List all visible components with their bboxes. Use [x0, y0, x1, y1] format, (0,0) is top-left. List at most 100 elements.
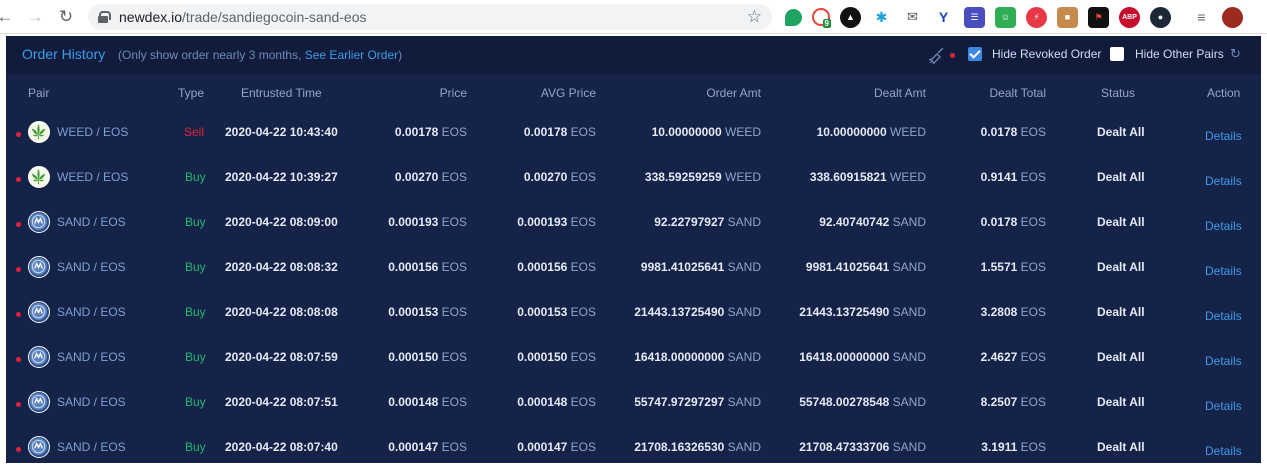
- yoroi-extension-icon[interactable]: Y: [933, 6, 954, 28]
- order-type: Buy: [185, 395, 206, 409]
- camera-extension-icon[interactable]: 9: [812, 8, 831, 28]
- dealt-amt-value: 21708.47333706 SAND: [799, 440, 926, 454]
- dealt-amt-value: 9981.41025641 SAND: [805, 260, 926, 274]
- broom-alert-dot: [950, 53, 955, 58]
- order-status: Dealt All: [1097, 395, 1145, 409]
- dealt-amt-value: 338.60915821 WEED: [809, 170, 926, 184]
- avg-price-value: 0.00270 EOS: [523, 170, 596, 184]
- sand-coin-icon: [28, 256, 50, 278]
- pair-name[interactable]: WEED / EOS: [57, 125, 128, 139]
- broom-icon[interactable]: [928, 46, 946, 64]
- order-type: Buy: [185, 440, 206, 454]
- pair-name[interactable]: SAND / EOS: [57, 440, 126, 454]
- back-arrow-icon[interactable]: ←: [0, 4, 18, 30]
- pair-name[interactable]: SAND / EOS: [57, 395, 126, 409]
- weed-coin-icon: [28, 166, 50, 188]
- pair-name[interactable]: SAND / EOS: [57, 350, 126, 364]
- price-value: 0.00270 EOS: [394, 170, 467, 184]
- pair-name[interactable]: WEED / EOS: [57, 170, 128, 184]
- forward-arrow-icon[interactable]: →: [22, 4, 48, 30]
- col-dealt-total: Dealt Total: [989, 86, 1046, 100]
- bookmark-star-icon[interactable]: ☆: [747, 7, 762, 27]
- entrusted-time: 2020-04-22 08:07:59: [225, 350, 338, 364]
- avg-price-value: 0.000147 EOS: [517, 440, 596, 454]
- hide-other-pairs-checkbox[interactable]: [1110, 47, 1124, 61]
- entrusted-time: 2020-04-22 08:09:00: [225, 215, 338, 229]
- pair-name[interactable]: SAND / EOS: [57, 260, 126, 274]
- col-dealt-amt: Dealt Amt: [873, 86, 926, 100]
- order-status: Dealt All: [1097, 215, 1145, 229]
- extensions-bar: 9 ▲ ✱ ✉ Y ☰ ☺ ⚡ ■ ⚑ ABP ● ≡: [785, 6, 1253, 28]
- adblock-plus-icon[interactable]: ABP: [1119, 6, 1140, 28]
- details-link[interactable]: Details: [1205, 219, 1242, 233]
- hide-other-pairs-label: Hide Other Pairs: [1135, 47, 1224, 61]
- reading-list-icon[interactable]: ≡: [1191, 6, 1212, 28]
- dealt-total-value: 3.1911 EOS: [981, 440, 1046, 454]
- order-type: Buy: [185, 350, 206, 364]
- details-link[interactable]: Details: [1205, 399, 1242, 413]
- unread-dot: [16, 267, 21, 272]
- dealt-total-value: 1.5571 EOS: [980, 260, 1046, 274]
- details-link[interactable]: Details: [1205, 354, 1242, 368]
- pair-name[interactable]: SAND / EOS: [57, 215, 126, 229]
- dealt-amt-value: 21443.13725490 SAND: [799, 305, 926, 319]
- details-link[interactable]: Details: [1205, 309, 1242, 323]
- unread-dot: [16, 402, 21, 407]
- entrusted-time: 2020-04-22 08:08:32: [225, 260, 338, 274]
- price-value: 0.000153 EOS: [388, 305, 467, 319]
- col-status: Status: [1101, 86, 1136, 100]
- order-amt-value: 55747.97297297 SAND: [634, 395, 761, 409]
- price-value: 0.000193 EOS: [388, 215, 467, 229]
- feed-extension-icon[interactable]: ☰: [964, 6, 985, 28]
- details-link[interactable]: Details: [1205, 129, 1242, 143]
- mail-extension-icon[interactable]: ✉: [902, 6, 923, 28]
- steam-extension-icon[interactable]: ●: [1150, 6, 1171, 28]
- box-extension-icon[interactable]: ■: [1057, 6, 1078, 28]
- address-bar[interactable]: newdex.io/trade/sandiegocoin-sand-eos ☆: [88, 4, 772, 30]
- price-value: 0.000150 EOS: [388, 350, 467, 364]
- sand-coin-icon: [28, 211, 50, 233]
- entrusted-time: 2020-04-22 08:07:40: [225, 440, 338, 454]
- price-value: 0.000156 EOS: [388, 260, 467, 274]
- extension-badge: 9: [822, 19, 831, 28]
- table-row: SAND / EOS Buy 2020-04-22 08:07:59 0.000…: [6, 335, 1261, 380]
- dealt-total-value: 3.2808 EOS: [980, 305, 1046, 319]
- unread-dot: [16, 132, 21, 137]
- note-prefix: (Only show order nearly 3 months,: [118, 48, 305, 62]
- table-row: SAND / EOS Buy 2020-04-22 08:07:40 0.000…: [6, 425, 1261, 470]
- details-link[interactable]: Details: [1205, 264, 1242, 278]
- order-status: Dealt All: [1097, 260, 1145, 274]
- reload-icon[interactable]: ↻: [53, 4, 79, 30]
- order-type: Buy: [185, 215, 206, 229]
- lock-icon: [98, 11, 111, 23]
- metamask-like-icon[interactable]: ▲: [840, 6, 861, 28]
- profile-avatar[interactable]: [1222, 6, 1243, 28]
- sand-coin-icon: [28, 301, 50, 323]
- order-amt-value: 21443.13725490 SAND: [634, 305, 761, 319]
- dealt-total-value: 0.0178 EOS: [980, 125, 1046, 139]
- refresh-icon[interactable]: ↻: [1230, 46, 1241, 62]
- order-status: Dealt All: [1097, 305, 1145, 319]
- flag-extension-icon[interactable]: ⚑: [1088, 6, 1109, 28]
- entrusted-time: 2020-04-22 10:39:27: [225, 170, 338, 184]
- order-amt-value: 338.59259259 WEED: [644, 170, 761, 184]
- chat-extension-icon[interactable]: [785, 9, 802, 26]
- puzzle-extension-icon[interactable]: ✱: [871, 6, 892, 28]
- order-status: Dealt All: [1097, 125, 1145, 139]
- details-link[interactable]: Details: [1205, 444, 1242, 458]
- dealt-total-value: 0.0178 EOS: [980, 215, 1046, 229]
- shield-extension-icon[interactable]: ☺: [995, 6, 1016, 28]
- col-type: Type: [178, 86, 205, 100]
- panel-header: Order History (Only show order nearly 3 …: [6, 36, 1261, 74]
- details-link[interactable]: Details: [1205, 174, 1242, 188]
- pair-name[interactable]: SAND / EOS: [57, 305, 126, 319]
- hide-revoked-checkbox[interactable]: [968, 47, 982, 61]
- lightning-extension-icon[interactable]: ⚡: [1026, 6, 1047, 28]
- see-earlier-order-link[interactable]: See Earlier Order: [305, 48, 398, 62]
- col-avg-price: AVG Price: [540, 86, 596, 100]
- panel-title: Order History: [22, 46, 106, 62]
- history-note: (Only show order nearly 3 months, See Ea…: [118, 48, 402, 62]
- dealt-amt-value: 92.40740742 SAND: [819, 215, 926, 229]
- url-path: /trade/sandiegocoin-sand-eos: [182, 9, 367, 25]
- price-value: 0.00178 EOS: [394, 125, 467, 139]
